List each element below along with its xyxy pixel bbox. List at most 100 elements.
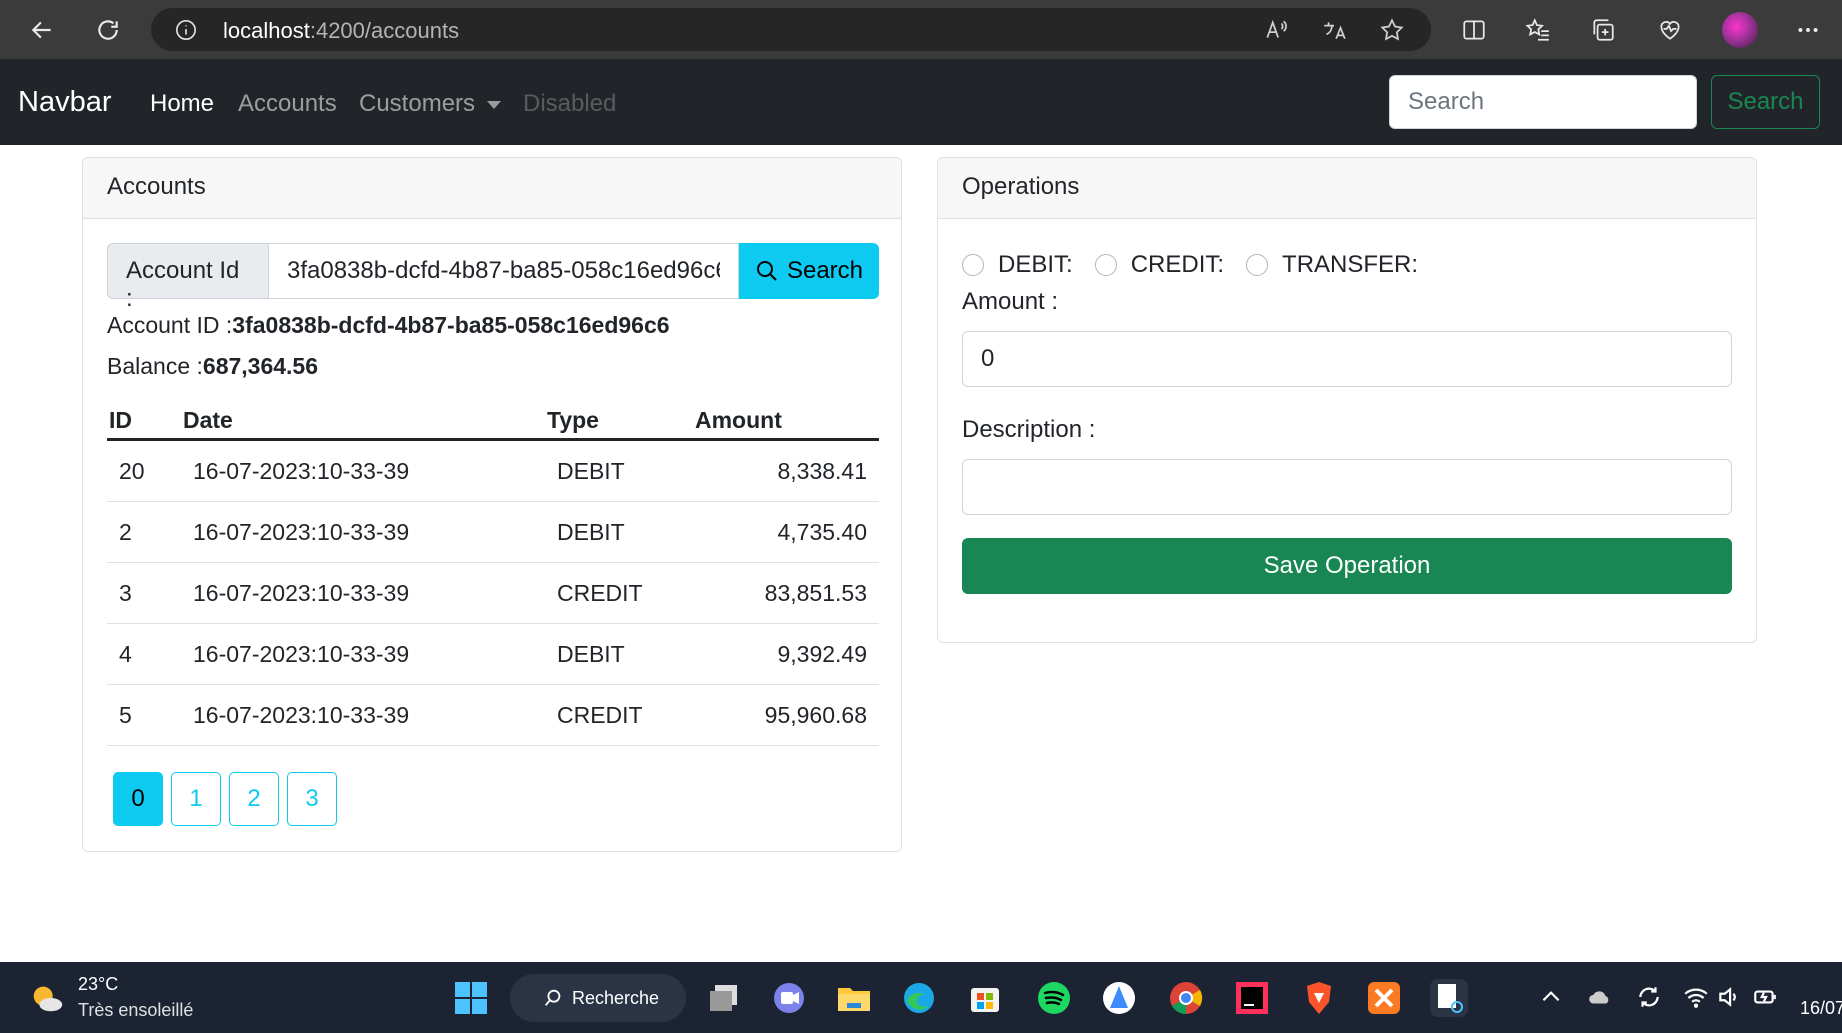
weather-temperature[interactable]: 23°C	[78, 974, 118, 995]
favorites-icon[interactable]	[1520, 12, 1556, 48]
wifi-icon[interactable]	[1683, 984, 1709, 1010]
accounts-card-header: Accounts	[83, 158, 901, 219]
cell-type: DEBIT	[545, 439, 693, 502]
url-text[interactable]: localhost:4200/accounts	[223, 18, 459, 44]
favorite-star-icon[interactable]	[1379, 17, 1405, 43]
profile-avatar[interactable]	[1722, 12, 1758, 48]
back-icon[interactable]	[24, 12, 60, 48]
site-info-icon[interactable]	[175, 19, 197, 41]
sun-cloud-icon	[33, 986, 63, 1012]
table-row: 5 16-07-2023:10-33-39 CREDIT 95,960.68	[107, 684, 879, 746]
microsoft-store-icon[interactable]	[966, 979, 1004, 1017]
radio-debit[interactable]	[962, 254, 984, 276]
windows-taskbar: 23°C Très ensoleillé Recherche 16/07	[0, 962, 1842, 1033]
app-icon[interactable]	[1100, 979, 1138, 1017]
nav-disabled: Disabled	[523, 90, 617, 117]
cell-type: DEBIT	[545, 501, 693, 563]
sync-icon[interactable]	[1636, 984, 1662, 1010]
navbar-search-button[interactable]: Search	[1711, 75, 1820, 129]
balance-value: 687,364.56	[202, 353, 319, 379]
account-id-prefix: Account ID :	[107, 312, 233, 338]
battery-charging-icon[interactable]	[1752, 984, 1778, 1010]
pagination: 0 1 2 3	[113, 772, 337, 826]
column-header-id: ID	[107, 398, 181, 441]
nav-accounts[interactable]: Accounts	[238, 90, 337, 118]
operations-card: Operations DEBIT: CREDIT: TRANSFER: Amou…	[937, 157, 1757, 643]
file-explorer-icon[interactable]	[835, 979, 873, 1017]
chevron-down-icon	[487, 100, 502, 109]
cell-id: 5	[107, 684, 181, 746]
radio-transfer[interactable]	[1246, 254, 1269, 276]
cell-id: 3	[107, 562, 181, 624]
cell-date: 16-07-2023:10-33-39	[181, 562, 545, 624]
cell-amount: 83,851.53	[693, 562, 879, 624]
address-bar[interactable]: localhost:4200/accounts	[151, 8, 1431, 51]
cell-type: DEBIT	[545, 623, 693, 685]
nav-customers-dropdown[interactable]: Customers	[359, 90, 502, 118]
table-row: 4 16-07-2023:10-33-39 DEBIT 9,392.49	[107, 623, 879, 685]
cell-amount: 4,735.40	[693, 501, 879, 563]
onedrive-icon[interactable]	[1587, 984, 1613, 1010]
account-id-input[interactable]	[269, 243, 739, 299]
read-aloud-icon[interactable]	[1263, 17, 1289, 43]
cell-date: 16-07-2023:10-33-39	[181, 439, 545, 502]
page-button-0[interactable]: 0	[113, 772, 163, 826]
cell-type: CREDIT	[545, 684, 693, 746]
search-icon	[756, 261, 777, 281]
account-id-line: Account ID :3fa0838b-dcfd-4b87-ba85-058c…	[107, 312, 670, 339]
description-input[interactable]	[962, 459, 1732, 515]
brave-icon[interactable]	[1300, 979, 1338, 1017]
intellij-icon[interactable]	[1233, 979, 1271, 1017]
refresh-icon[interactable]	[90, 12, 126, 48]
taskbar-search[interactable]: Recherche	[510, 974, 686, 1022]
column-header-amount: Amount	[693, 398, 879, 441]
chevron-up-icon[interactable]	[1538, 984, 1564, 1010]
snipping-tool-icon[interactable]	[1430, 979, 1468, 1017]
column-header-type: Type	[545, 398, 693, 441]
operation-type-radios: DEBIT: CREDIT: TRANSFER:	[962, 251, 1440, 279]
weather-description[interactable]: Très ensoleillé	[78, 1000, 193, 1021]
navbar-brand[interactable]: Navbar	[18, 86, 112, 119]
radio-credit[interactable]	[1094, 254, 1117, 276]
translate-icon[interactable]	[1321, 17, 1347, 43]
cell-amount: 95,960.68	[693, 684, 879, 746]
volume-icon[interactable]	[1716, 984, 1742, 1010]
page-button-1[interactable]: 1	[171, 772, 221, 826]
cell-id: 2	[107, 501, 181, 563]
account-id-value: 3fa0838b-dcfd-4b87-ba85-058c16ed96c6	[232, 312, 670, 338]
description-label: Description :	[962, 416, 1096, 443]
split-screen-icon[interactable]	[1456, 12, 1492, 48]
browser-essentials-icon[interactable]	[1652, 12, 1688, 48]
windows-start-icon[interactable]	[452, 979, 490, 1017]
page-button-3[interactable]: 3	[287, 772, 337, 826]
nav-home[interactable]: Home	[150, 90, 214, 118]
balance-prefix: Balance :	[107, 353, 203, 379]
navbar: Navbar Home Accounts Customers Disabled …	[0, 59, 1842, 145]
cell-date: 16-07-2023:10-33-39	[181, 623, 545, 685]
taskbar-search-label: Recherche	[572, 987, 660, 1008]
edge-browser-icon[interactable]	[900, 979, 938, 1017]
operations-card-header: Operations	[938, 158, 1756, 219]
teams-chat-icon[interactable]	[770, 979, 808, 1017]
account-id-label: Account Id :	[107, 243, 269, 312]
collections-icon[interactable]	[1585, 12, 1621, 48]
chrome-icon[interactable]	[1167, 979, 1205, 1017]
cell-type: CREDIT	[545, 562, 693, 624]
task-view-icon[interactable]	[705, 979, 743, 1017]
balance-line: Balance :687,364.56	[107, 353, 318, 380]
spotify-icon[interactable]	[1035, 979, 1073, 1017]
save-operation-button[interactable]: Save Operation	[962, 538, 1732, 594]
xampp-icon[interactable]	[1365, 979, 1403, 1017]
page-button-2[interactable]: 2	[229, 772, 279, 826]
account-search-button-label: Search	[786, 257, 864, 284]
cell-id: 4	[107, 623, 181, 685]
account-search-button[interactable]: Search	[739, 243, 879, 299]
navbar-search-input[interactable]	[1389, 75, 1697, 129]
amount-input[interactable]	[962, 331, 1732, 387]
url-path: :4200/accounts	[309, 18, 460, 43]
taskbar-clock[interactable]: 16/07	[1800, 998, 1842, 1019]
table-row: 3 16-07-2023:10-33-39 CREDIT 83,851.53	[107, 562, 879, 624]
cell-date: 16-07-2023:10-33-39	[181, 501, 545, 563]
radio-debit-label: DEBIT:	[998, 251, 1073, 278]
more-options-icon[interactable]	[1790, 12, 1826, 48]
